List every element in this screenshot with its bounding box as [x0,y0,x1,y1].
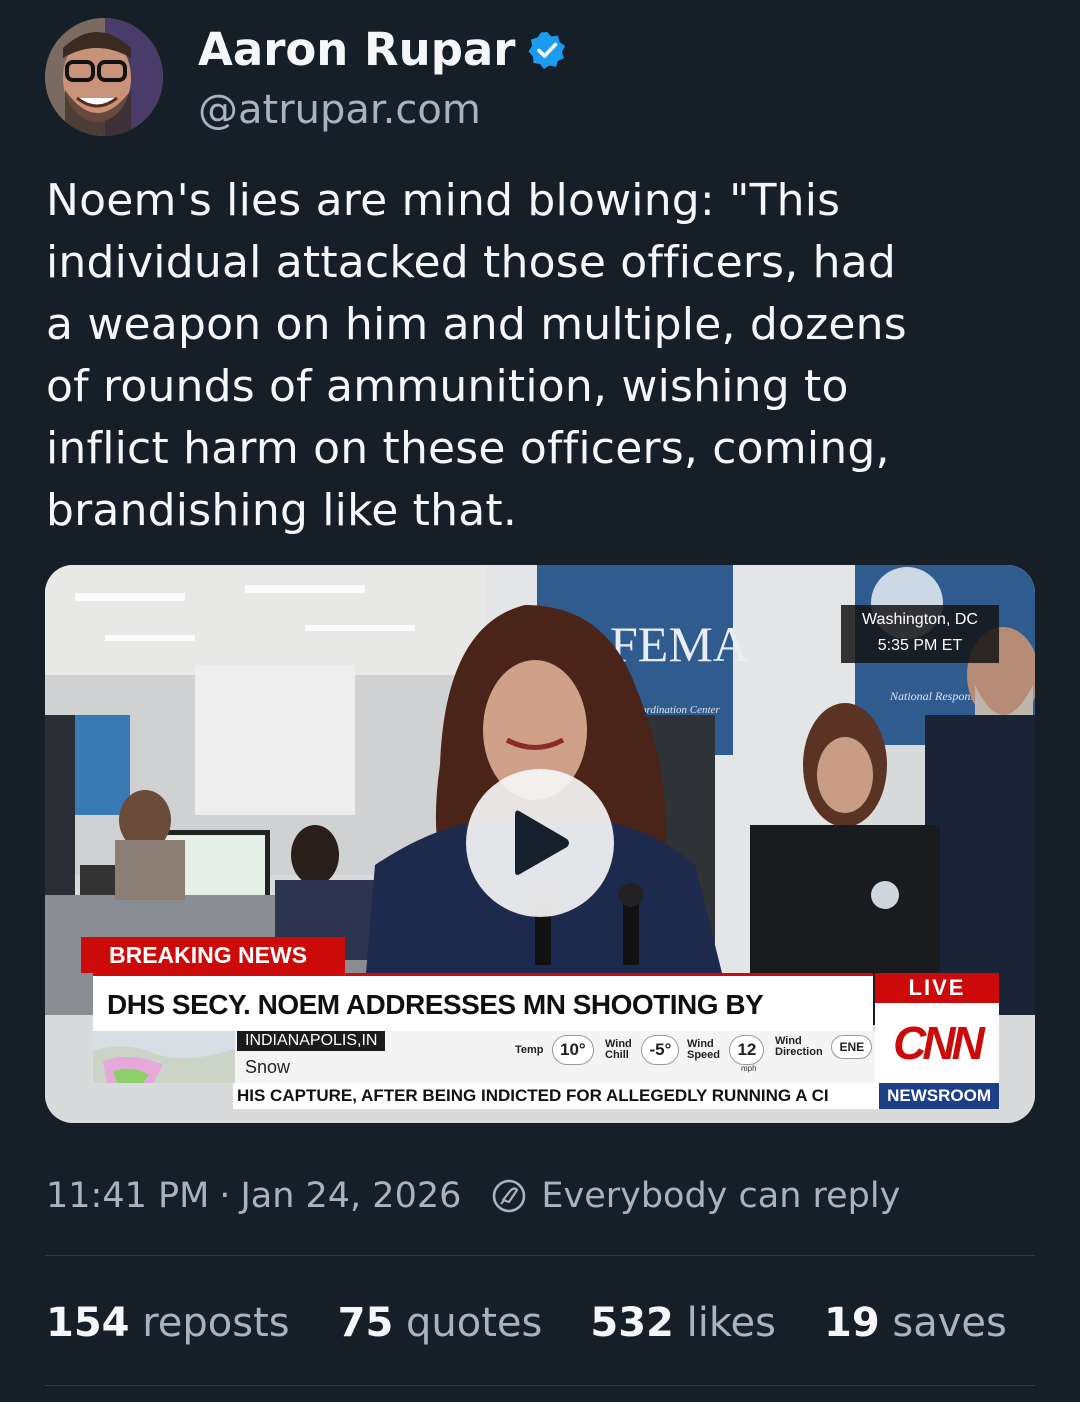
reply-settings-icon [493,1179,526,1213]
live-badge: LIVE [875,973,999,1003]
temp-label: Temp [515,1043,544,1056]
ticker-text: HIS CAPTURE, AFTER BEING INDICTED FOR AL… [237,1086,829,1105]
weather-direction: Wind Direction ENE [775,1035,873,1059]
news-ticker: HIS CAPTURE, AFTER BEING INDICTED FOR AL… [233,1083,999,1109]
weather-city: INDIANAPOLIS,IN [237,1031,386,1051]
weather-speed: Wind Speed 12 [687,1035,765,1065]
broadcast-time: 5:35 PM ET [877,637,963,654]
direction-label: Wind Direction [775,1035,823,1058]
chill-value: -5° [641,1035,680,1065]
stat-quotes[interactable]: 75 quotes [338,1296,543,1350]
post-time[interactable]: 11:41 PM [46,1172,209,1220]
post-date[interactable]: Jan 24, 2026 [240,1172,461,1220]
weather-temp: Temp 10° [515,1035,594,1065]
divider-top [45,1255,1035,1256]
post-text: Noem's lies are mind blowing: "This indi… [46,175,907,536]
author-display-name[interactable]: Aaron Rupar [198,22,515,78]
play-icon [515,810,569,875]
location-text: Washington, DC [862,611,978,628]
network-logo: CNN [875,1003,999,1083]
weather-chill: Wind Chill -5° [605,1035,680,1065]
chill-label: Wind Chill [605,1038,632,1061]
stat-reposts[interactable]: 154 reposts [46,1296,290,1350]
reply-setting[interactable]: Everybody can reply [541,1172,900,1220]
post-meta: 11:41 PM · Jan 24, 2026 Everybody can re… [46,1172,900,1220]
location-timestamp-overlay: Washington, DC 5:35 PM ET [841,605,999,663]
speed-unit: mph [741,1064,757,1073]
fema-sign: FEMA [610,616,749,672]
ticker-tag: NEWSROOM [879,1083,999,1109]
avatar[interactable] [45,18,163,136]
speed-label: Wind Speed [687,1038,721,1061]
play-button[interactable] [466,769,614,917]
video-player[interactable]: FEMA ne Coordination Center National Res… [45,565,1035,1123]
stat-saves[interactable]: 19 saves [824,1296,1007,1350]
weather-condition: Snow [245,1057,291,1077]
avatar-image [45,18,163,136]
meta-separator: · [219,1176,231,1216]
temp-value: 10° [551,1035,594,1065]
author-handle[interactable]: @atrupar.com [198,84,481,136]
weather-map-icon [93,1031,235,1083]
direction-value: ENE [831,1035,873,1059]
verified-badge-icon [528,32,566,69]
cnn-logo-text: CNN [893,1017,985,1069]
author-name[interactable]: Aaron Rupar [198,22,567,78]
stat-likes[interactable]: 532 likes [590,1296,776,1350]
engagement-stats: 154 reposts 75 quotes 532 likes 19 saves [46,1296,1007,1350]
speed-value: 12 [729,1035,765,1065]
right-sign-sub: National Respons [889,689,975,703]
breaking-news-banner: BREAKING NEWS [81,937,345,973]
chyron-headline: DHS SECY. NOEM ADDRESSES MN SHOOTING BY … [93,973,873,1078]
divider-bottom [45,1385,1035,1386]
